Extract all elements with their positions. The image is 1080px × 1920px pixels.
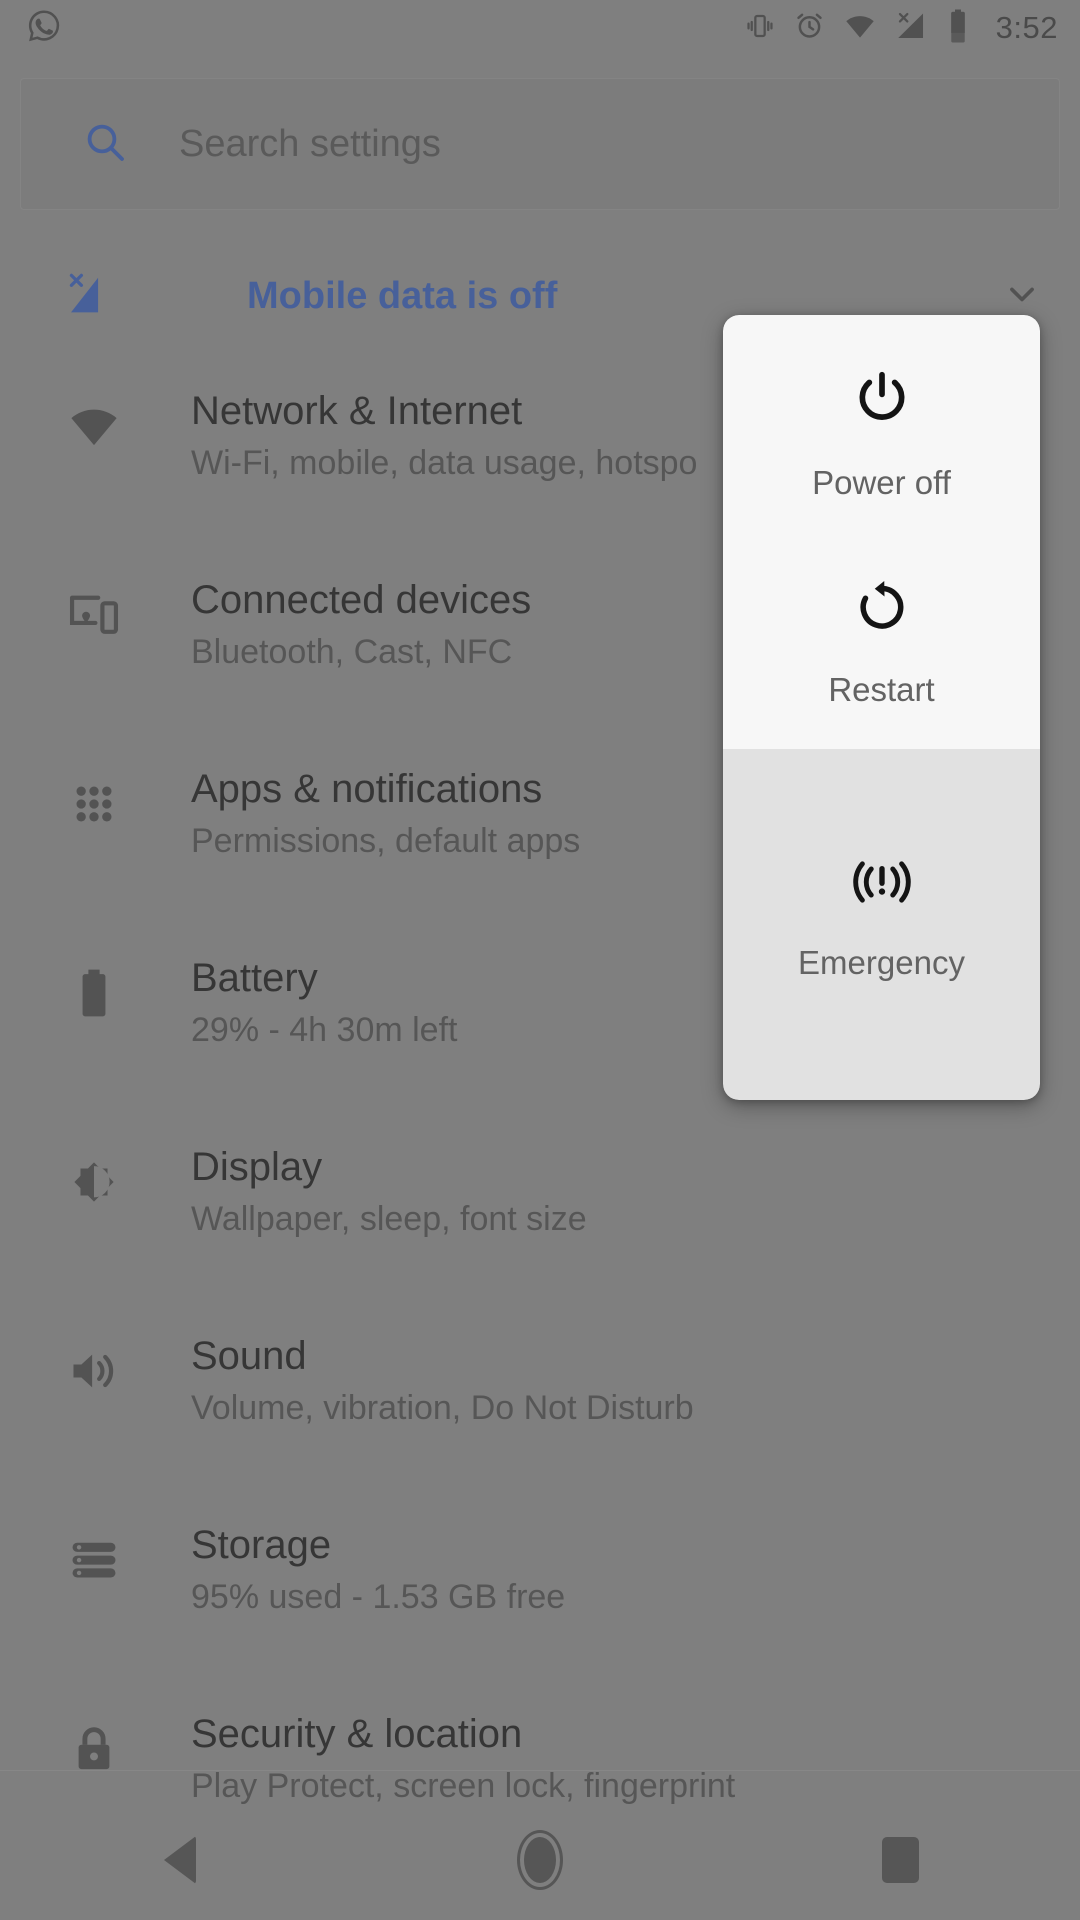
settings-row-subtitle: Permissions, default apps [191,822,581,861]
restart-icon [852,577,912,637]
settings-row-text: Storage 95% used - 1.53 GB free [191,1522,565,1618]
home-circle-icon [517,1830,563,1890]
status-bar-notifications [26,8,62,49]
status-bar-system-icons: 3:52 [744,8,1058,49]
settings-row-storage[interactable]: Storage 95% used - 1.53 GB free [0,1496,1080,1685]
power-menu-dialog: Power off Restart Emergency [723,315,1040,1100]
status-bar: 3:52 [0,0,1080,56]
settings-row-title: Apps & notifications [191,767,543,811]
settings-row-title: Display [191,1145,323,1189]
back-triangle-icon [164,1836,196,1884]
recents-button[interactable] [825,1800,975,1920]
connected-devices-icon [58,577,130,643]
search-icon [81,118,129,171]
power-menu-primary-section: Power off Restart [723,315,1040,749]
home-circle-fill [524,1837,556,1883]
power-icon [851,368,913,430]
lock-icon [58,1711,130,1777]
emergency-icon [847,854,917,910]
brightness-icon [58,1144,130,1210]
emergency-button[interactable]: Emergency [723,749,1040,1100]
wifi-icon [843,9,877,48]
settings-row-title: Storage [191,1523,332,1567]
home-button[interactable] [465,1800,615,1920]
power-menu-secondary-section: Emergency [723,749,1040,1100]
restart-button[interactable]: Restart [723,537,1040,749]
settings-row-text: Network & Internet Wi-Fi, mobile, data u… [191,388,697,484]
settings-row-text: Sound Volume, vibration, Do Not Disturb [191,1333,694,1429]
settings-row-title: Battery [191,956,318,1000]
settings-row-text: Display Wallpaper, sleep, font size [191,1144,587,1240]
settings-row-text: Apps & notifications Permissions, defaul… [191,766,580,862]
settings-row-subtitle: Wallpaper, sleep, font size [191,1200,587,1239]
settings-row-text: Security & location Play Protect, screen… [191,1711,735,1807]
battery-icon [945,8,971,49]
mobile-signal-off-icon [894,9,928,48]
settings-row-subtitle: 95% used - 1.53 GB free [191,1578,566,1617]
settings-row-title: Connected devices [191,578,532,622]
mobile-data-label: Mobile data is off [247,274,558,317]
settings-row-subtitle: Bluetooth, Cast, NFC [191,633,513,672]
apps-grid-icon [58,766,130,832]
settings-row-title: Network & Internet [191,389,523,433]
storage-icon [58,1522,130,1588]
alarm-icon [793,9,826,47]
back-button[interactable] [105,1800,255,1920]
clock-time: 3:52 [995,10,1058,45]
vibrate-icon [744,10,776,47]
settings-row-text: Battery 29% - 4h 30m left [191,955,457,1051]
search-input-placeholder[interactable]: Search settings [179,123,441,166]
power-off-label: Power off [812,464,951,501]
whatsapp-icon [26,8,62,49]
volume-icon [58,1333,130,1399]
settings-row-subtitle: Volume, vibration, Do Not Disturb [191,1389,694,1428]
navigation-bar [0,1800,1080,1920]
settings-row-title: Sound [191,1334,307,1378]
settings-row-subtitle: Wi-Fi, mobile, data usage, hotspo [191,444,698,483]
list-bottom-divider [0,1770,1080,1771]
wifi-icon [58,388,130,454]
restart-label: Restart [828,671,935,708]
battery-icon [58,955,130,1021]
settings-row-text: Connected devices Bluetooth, Cast, NFC [191,577,531,673]
settings-row-display[interactable]: Display Wallpaper, sleep, font size [0,1118,1080,1307]
power-off-button[interactable]: Power off [723,315,1040,537]
search-settings-bar[interactable]: Search settings [20,78,1060,210]
settings-row-sound[interactable]: Sound Volume, vibration, Do Not Disturb [0,1307,1080,1496]
settings-row-title: Security & location [191,1712,523,1756]
recents-square-icon [881,1837,919,1883]
phone-screen: 3:52 Search settings Mobile data is off [0,0,1080,1920]
emergency-label: Emergency [798,943,965,981]
chevron-down-icon[interactable] [1000,272,1044,321]
signal-off-icon [58,268,114,325]
settings-row-subtitle: 29% - 4h 30m left [191,1011,458,1050]
